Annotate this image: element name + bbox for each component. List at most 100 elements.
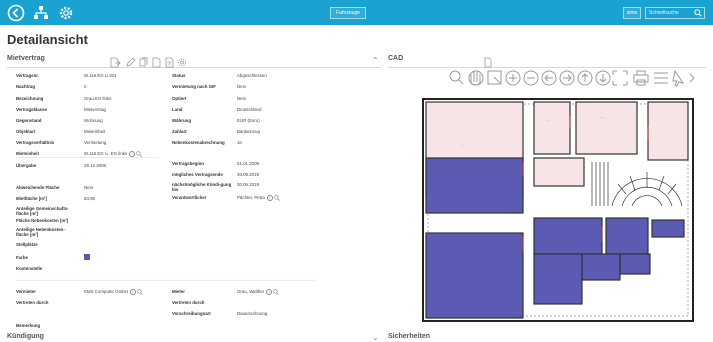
cad-panel-title: CAD <box>388 55 404 62</box>
room-center-blue[interactable] <box>533 217 603 255</box>
svg-text:·····: ····· <box>555 231 560 235</box>
field-value: EUR (Euro) <box>237 118 260 123</box>
print-icon[interactable] <box>633 70 649 86</box>
document-icon[interactable] <box>152 57 161 68</box>
quick-search-placeholder: Schnellsuche <box>649 10 679 16</box>
room-bottom-mid-blue[interactable] <box>581 253 621 281</box>
room-right-top[interactable] <box>647 101 689 161</box>
more-chevron-icon[interactable] <box>689 73 695 83</box>
svg-text:···: ··· <box>615 231 618 235</box>
pan-hand-icon[interactable] <box>468 70 484 86</box>
svg-text:·····: ····· <box>460 178 465 182</box>
field-label: Währung <box>172 118 192 123</box>
field-label: Mieteinheit <box>16 151 39 156</box>
select-cursor-icon[interactable] <box>672 69 685 87</box>
room-left-lower-blue[interactable] <box>425 232 524 319</box>
edit-icon[interactable] <box>126 57 136 67</box>
room-mid-center[interactable] <box>533 157 585 187</box>
menu-list-icon[interactable] <box>654 72 668 84</box>
configure-gear-icon[interactable] <box>178 58 186 67</box>
kuendigung-section-header[interactable]: Kündigung <box>7 333 44 340</box>
room-top-mid[interactable] <box>533 101 571 155</box>
search-mode-button[interactable]: sims <box>623 7 641 19</box>
field-label: Abweichende Fläche <box>16 185 60 190</box>
svg-text:·····: ····· <box>460 268 465 272</box>
mietvertrag-panel-header[interactable]: Mietvertrag <box>7 55 381 68</box>
expand-chevron-icon[interactable]: ⌄ <box>372 333 379 342</box>
field-value: Bankeinzug <box>237 129 260 134</box>
cad-document-icon[interactable] <box>484 57 492 68</box>
center-nav-button[interactable]: Fahrzeuge <box>330 7 366 19</box>
page-title: Detailansicht <box>7 32 88 47</box>
arrow-right-icon[interactable] <box>559 70 575 86</box>
arrow-up-icon[interactable] <box>577 70 593 86</box>
export-document-icon[interactable] <box>110 57 121 68</box>
field-value: W.116.EG Li. EG links <box>84 151 128 157</box>
org-structure-icon[interactable] <box>31 3 51 23</box>
field-label: Optiert <box>172 96 187 101</box>
field-value: 30.09.2019 <box>237 172 259 177</box>
cad-floor-plan[interactable]: ·············· ··············· ·········… <box>420 96 696 324</box>
search-icon[interactable] <box>694 9 702 17</box>
field-label: Vorschreibungsart <box>172 311 211 316</box>
field-value: Grau, Walther <box>237 289 265 295</box>
zoom-out-icon[interactable] <box>523 70 539 86</box>
field-value: 01.01.2009 <box>237 161 259 166</box>
svg-text:·····: ····· <box>600 115 605 119</box>
divider <box>16 157 158 158</box>
search-icon[interactable] <box>449 70 464 85</box>
field-label: nächstmögliche Kündi-gung bis <box>172 182 232 192</box>
room-center-right-blue[interactable] <box>605 217 649 255</box>
field-label: Vermietung nach GIF <box>172 84 216 89</box>
room-right-small-blue[interactable] <box>651 219 685 238</box>
field-value: Mietvertrag <box>84 107 106 112</box>
field-value: 0 <box>84 84 87 89</box>
back-icon[interactable] <box>6 3 26 23</box>
field-value: 83,95 <box>84 196 95 201</box>
cad-toolbar <box>449 69 695 87</box>
field-label: Vertragsverhältnis <box>16 140 55 145</box>
collapse-chevron-icon[interactable]: ⌃ <box>372 56 379 65</box>
search-icon[interactable] <box>274 195 280 201</box>
arrow-down-icon[interactable] <box>595 70 611 86</box>
field-label: Nachtrag <box>16 84 36 89</box>
field-label: Mieter <box>172 289 185 294</box>
room-bottom-mid2-blue[interactable] <box>619 253 651 275</box>
svg-text:····: ···· <box>550 273 554 277</box>
field-label: Land <box>172 107 183 112</box>
sicherheiten-section-header[interactable]: Sicherheiten <box>388 333 430 340</box>
color-swatch <box>84 254 90 260</box>
arrow-left-icon[interactable] <box>541 70 557 86</box>
room-left-upper-blue[interactable] <box>425 157 524 214</box>
field-value: Dauerrechnung <box>237 311 268 316</box>
quick-search-input[interactable]: Schnellsuche <box>645 7 705 19</box>
search-icon[interactable] <box>137 289 143 295</box>
cad-panel-header[interactable]: CAD <box>388 55 706 68</box>
info-icon[interactable]: i <box>266 195 273 201</box>
field-label: Vermieter <box>16 289 37 294</box>
zoom-window-icon[interactable] <box>487 70 502 85</box>
mietvertrag-panel-title: Mietvertrag <box>7 55 45 62</box>
info-icon[interactable]: i <box>129 289 136 295</box>
file-icon[interactable] <box>165 57 174 68</box>
field-value: Deutschland <box>237 107 262 112</box>
remark-label: Bemerkung <box>16 323 41 328</box>
room-bottom-left-blue[interactable] <box>533 253 583 305</box>
field-label: Mietfläche [m²] <box>16 196 47 201</box>
copy-document-icon[interactable] <box>139 57 148 67</box>
search-icon[interactable] <box>273 289 280 295</box>
settings-gear-icon[interactable] <box>56 3 76 23</box>
field-label: Vertreten durch <box>172 300 205 305</box>
room-top-right[interactable] <box>575 101 638 155</box>
field-value: Vermietung <box>84 140 107 145</box>
zoom-in-icon[interactable] <box>505 70 521 86</box>
field-label: Objektart <box>16 129 36 134</box>
field-value: Grau.EG links <box>84 96 112 101</box>
field-label: Vertragsbeginn <box>172 161 204 166</box>
field-value: Nein <box>237 84 247 89</box>
info-icon[interactable]: i <box>266 289 273 295</box>
svg-text:·····: ····· <box>460 143 465 147</box>
field-label: Stellplätze <box>16 242 38 247</box>
vermieter-value: KMS Computer GmbH i <box>84 289 143 295</box>
fit-extent-icon[interactable] <box>612 70 628 86</box>
